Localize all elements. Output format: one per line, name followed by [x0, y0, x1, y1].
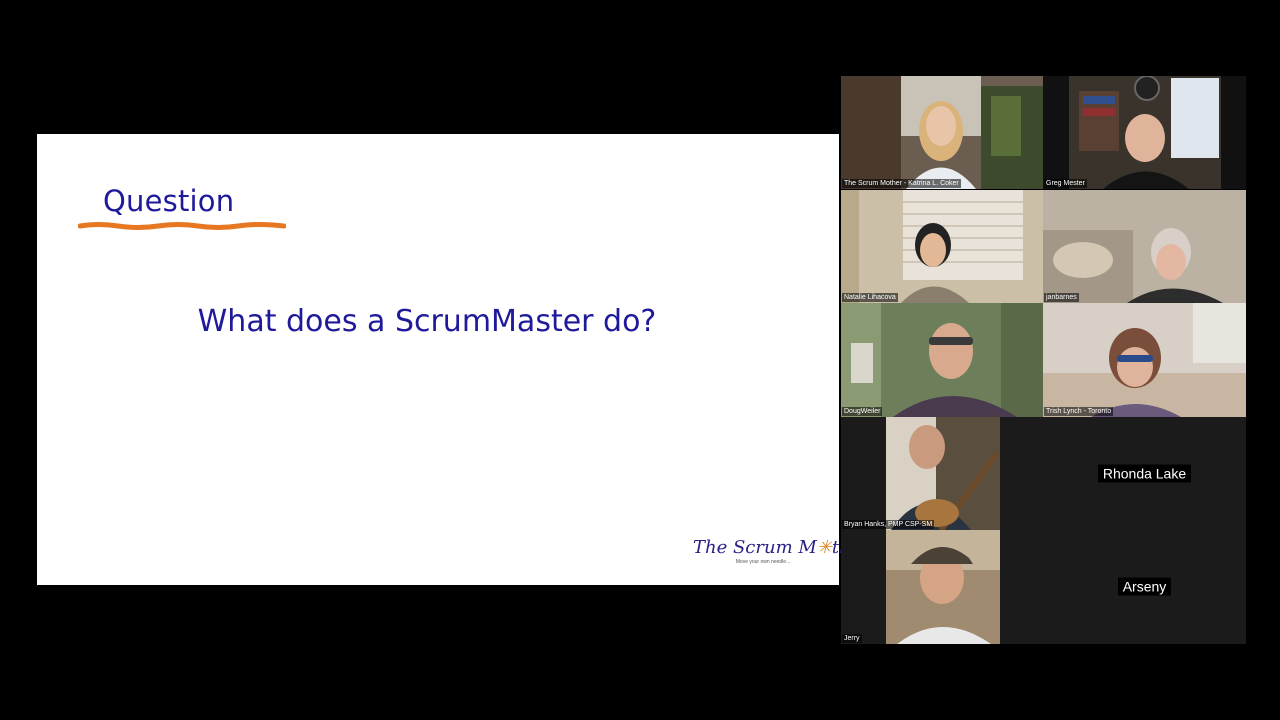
- video-feed: [1043, 76, 1246, 189]
- video-feed: [841, 417, 1043, 530]
- video-feed: [1043, 303, 1246, 417]
- video-feed: [841, 190, 1043, 303]
- video-feed: [841, 76, 1043, 189]
- participant-name: Natalie Lihacova: [842, 293, 898, 302]
- video-feed: [1043, 190, 1246, 303]
- participant-tile[interactable]: Rhonda Lake: [1043, 417, 1246, 530]
- video-feed: [841, 530, 1043, 644]
- participant-tile[interactable]: Arseny: [1043, 530, 1246, 644]
- participant-name: DougWeiler: [842, 407, 883, 416]
- participant-tile[interactable]: janbarnes: [1043, 190, 1246, 303]
- participant-name: Jerry: [842, 634, 862, 643]
- participant-tile[interactable]: Jerry: [841, 530, 1043, 644]
- participant-tile[interactable]: Greg Mester: [1043, 76, 1246, 189]
- participant-name: The Scrum Mother - Katrina L. Coker: [842, 179, 961, 188]
- participant-tile[interactable]: Bryan Hanks, PMP CSP-SM: [841, 417, 1043, 530]
- participant-tile[interactable]: Natalie Lihacova: [841, 190, 1043, 303]
- participant-tile[interactable]: The Scrum Mother - Katrina L. Coker: [841, 76, 1043, 189]
- participant-name: Greg Mester: [1044, 179, 1087, 188]
- participant-name: janbarnes: [1044, 293, 1079, 302]
- participant-name: Trish Lynch - Toronto: [1044, 407, 1114, 416]
- participant-tile[interactable]: Trish Lynch - Toronto: [1043, 303, 1246, 417]
- participant-name: Bryan Hanks, PMP CSP-SM: [842, 520, 935, 529]
- participant-tile[interactable]: DougWeiler: [841, 303, 1043, 417]
- participant-name-center: Rhonda Lake: [1043, 464, 1246, 483]
- video-feed: [841, 303, 1043, 417]
- participant-gallery: The Scrum Mother - Katrina L. Coker Greg…: [0, 0, 1280, 720]
- participant-name-center: Arseny: [1043, 577, 1246, 597]
